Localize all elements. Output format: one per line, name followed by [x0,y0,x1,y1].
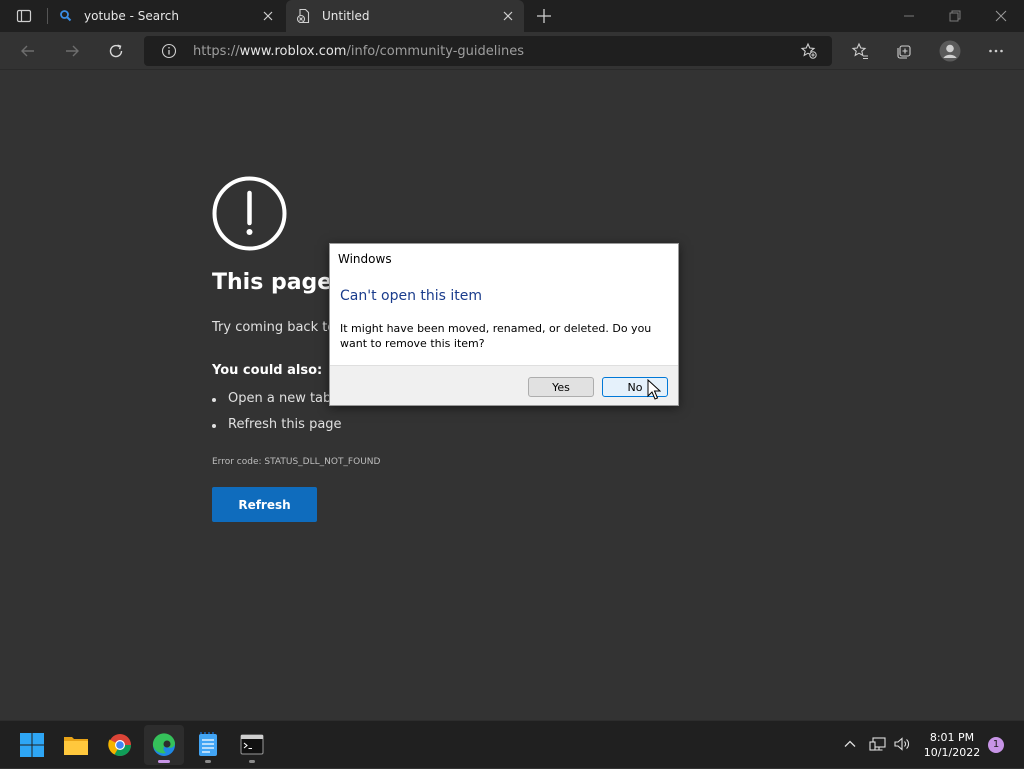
file-explorer-icon[interactable] [56,725,96,765]
browser-toolbar: https://www.roblox.com/info/community-gu… [0,32,1024,70]
clock-date: 10/1/2022 [923,746,981,759]
address-bar[interactable]: https://www.roblox.com/info/community-gu… [144,36,832,66]
windows-dialog: Windows Can't open this item It might ha… [329,243,679,406]
network-icon[interactable] [869,736,887,752]
more-options-icon[interactable] [987,42,1005,60]
forward-icon[interactable] [63,42,81,60]
notepad-icon[interactable] [188,725,228,765]
back-icon[interactable] [19,42,37,60]
mouse-cursor-icon [647,378,662,401]
running-indicator [249,760,255,763]
url-text[interactable]: https://www.roblox.com/info/community-gu… [193,44,524,59]
suggestion-label: Open a new tab [228,391,332,406]
add-favorite-icon[interactable] [800,42,818,60]
refresh-button[interactable]: Refresh [212,487,317,522]
error-exclamation-icon [211,175,289,253]
terminal-icon[interactable] [232,725,272,765]
chevron-up-icon[interactable] [842,736,858,752]
yes-button[interactable]: Yes [528,377,594,397]
minimize-icon[interactable] [901,8,917,24]
favorites-icon[interactable] [851,42,869,60]
tab-title: Untitled [322,9,370,23]
collections-icon[interactable] [895,42,913,60]
restore-icon[interactable] [947,8,963,24]
tab-title: yotube - Search [84,9,179,23]
clock-time: 8:01 PM [929,731,975,744]
edge-icon[interactable] [144,725,184,765]
close-icon[interactable] [500,8,516,24]
info-icon[interactable] [161,43,177,59]
chrome-icon[interactable] [100,725,140,765]
error-try-text: Try coming back to [212,320,336,335]
profile-avatar-icon[interactable] [939,40,961,62]
search-icon [58,8,74,24]
volume-icon[interactable] [893,736,911,752]
active-indicator [158,760,170,763]
bullet-dot [212,424,216,428]
running-indicator [205,760,211,763]
tab-untitled[interactable]: Untitled [286,0,524,32]
dialog-footer: Yes No [330,365,678,405]
dialog-caption: Windows [338,252,392,266]
tab-search[interactable]: yotube - Search [48,0,284,32]
bullet-dot [212,398,216,402]
start-icon[interactable] [12,725,52,765]
could-also-heading: You could also: [212,363,323,378]
new-tab-icon[interactable] [535,7,553,25]
close-icon[interactable] [260,8,276,24]
suggestion-label: Refresh this page [228,417,342,432]
refresh-icon[interactable] [107,42,125,60]
error-code: Error code: STATUS_DLL_NOT_FOUND [212,457,381,467]
taskbar-clock[interactable]: 8:01 PM 10/1/2022 [918,730,986,760]
dialog-message: It might have been moved, renamed, or de… [340,322,652,350]
notification-badge[interactable]: 1 [988,737,1004,753]
taskbar: 8:01 PM 10/1/2022 1 [0,720,1024,768]
close-window-icon[interactable] [993,8,1009,24]
tab-strip: yotube - Search Untitled [0,0,1024,32]
error-page-title: This page i [212,270,348,295]
broken-page-icon [296,8,312,24]
dialog-heading: Can't open this item [340,288,483,304]
tab-actions-icon[interactable] [16,8,32,24]
